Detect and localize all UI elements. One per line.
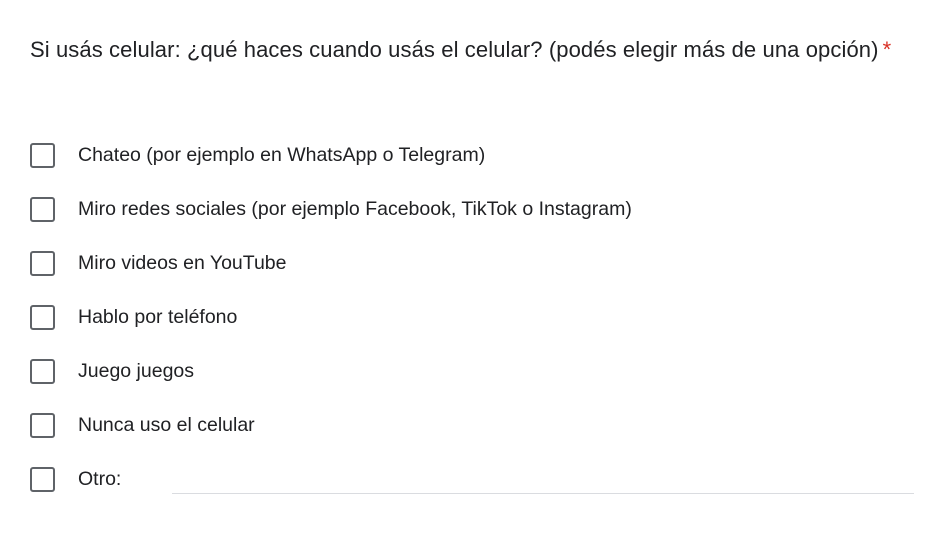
option-label: Nunca uso el celular	[78, 414, 255, 436]
option-label: Miro redes sociales (por ejemplo Faceboo…	[78, 198, 632, 220]
option-nunca[interactable]: Nunca uso el celular	[30, 410, 255, 440]
option-label: Otro:	[78, 468, 122, 490]
option-redes-sociales[interactable]: Miro redes sociales (por ejemplo Faceboo…	[30, 194, 632, 224]
option-label: Chateo (por ejemplo en WhatsApp o Telegr…	[78, 144, 486, 166]
other-input-underline	[172, 493, 914, 494]
option-chateo[interactable]: Chateo (por ejemplo en WhatsApp o Telegr…	[30, 140, 485, 170]
option-otro[interactable]: Otro:	[30, 464, 121, 494]
option-label: Miro videos en YouTube	[78, 252, 287, 274]
checkbox[interactable]	[30, 466, 55, 492]
other-text-input[interactable]	[172, 466, 914, 492]
required-asterisk: *	[882, 37, 892, 62]
checkbox[interactable]	[30, 412, 55, 438]
checkbox[interactable]	[30, 250, 55, 276]
checkbox[interactable]	[30, 304, 55, 330]
option-youtube[interactable]: Miro videos en YouTube	[30, 248, 287, 278]
option-telefono[interactable]: Hablo por teléfono	[30, 302, 237, 332]
checkbox[interactable]	[30, 142, 55, 168]
question-title-text: Si usás celular: ¿qué haces cuando usás …	[30, 37, 879, 62]
question-card: Si usás celular: ¿qué haces cuando usás …	[0, 0, 946, 534]
option-label: Juego juegos	[78, 360, 195, 382]
checkbox[interactable]	[30, 196, 55, 222]
checkbox[interactable]	[30, 358, 55, 384]
option-label: Hablo por teléfono	[78, 306, 238, 328]
option-juegos[interactable]: Juego juegos	[30, 356, 194, 386]
question-title: Si usás celular: ¿qué haces cuando usás …	[30, 31, 910, 68]
